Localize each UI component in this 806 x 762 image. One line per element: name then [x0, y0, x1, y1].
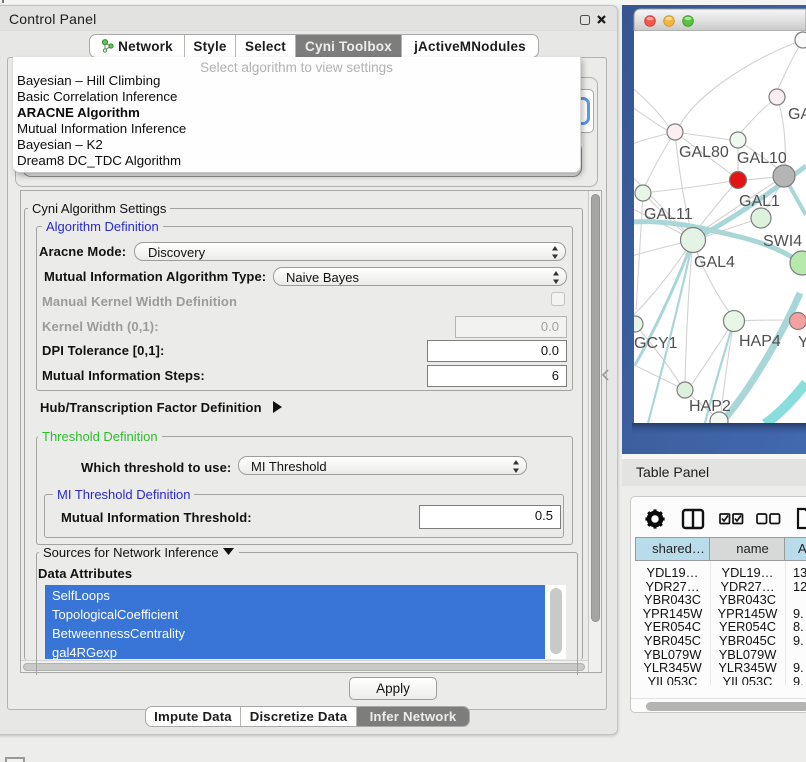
svg-text:GAL1: GAL1: [739, 193, 780, 210]
svg-text:HAP4: HAP4: [739, 333, 781, 350]
svg-text:SWI4: SWI4: [763, 233, 802, 250]
svg-text:HAP2: HAP2: [689, 398, 731, 415]
svg-text:GAL11: GAL11: [644, 206, 693, 223]
svg-text:GAL80: GAL80: [679, 144, 729, 161]
svg-text:GAL4: GAL4: [694, 254, 735, 271]
svg-text:GCY1: GCY1: [634, 335, 678, 352]
svg-text:GAL: GAL: [788, 106, 806, 123]
svg-text:Y: Y: [798, 334, 806, 351]
svg-text:GAL10: GAL10: [737, 150, 787, 167]
